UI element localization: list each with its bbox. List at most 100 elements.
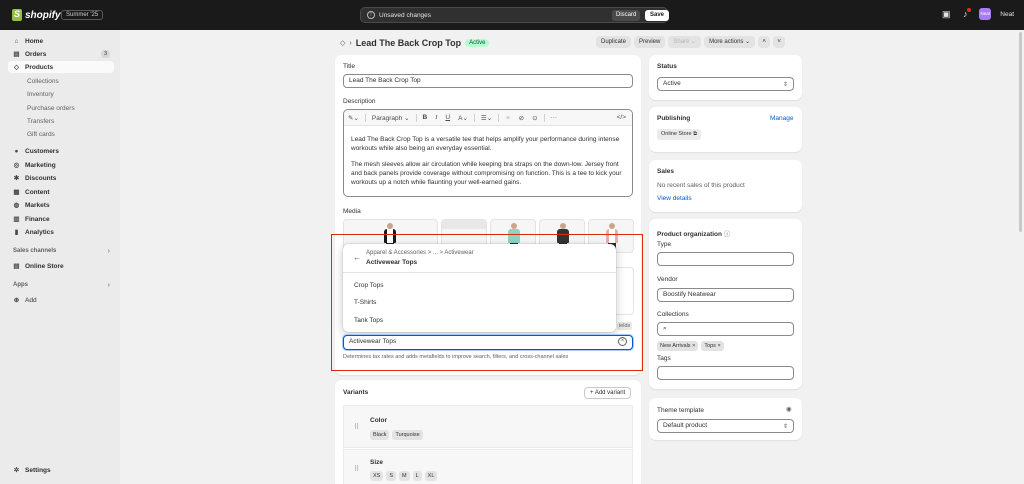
eye-icon[interactable]: ◉ xyxy=(786,405,792,413)
online-store-chip[interactable]: Online Store ⧉ xyxy=(657,129,702,140)
search-icon: ⌕ xyxy=(663,325,667,332)
tag-icon[interactable]: ◇ xyxy=(340,39,345,47)
ai-magic-icon[interactable]: ✎⌄ xyxy=(344,114,363,122)
variant-option-size[interactable]: ⠿ Size XS S M L XL xyxy=(343,449,633,484)
avatar[interactable]: Neat xyxy=(979,8,992,20)
paragraph-select[interactable]: Paragraph ⌄ xyxy=(368,114,414,122)
store-icon[interactable]: ▣ xyxy=(941,9,951,19)
more-actions-button[interactable]: More actions ⌄ xyxy=(704,36,756,48)
collections-search-input[interactable]: ⌕ xyxy=(657,322,794,336)
italic-icon[interactable]: I xyxy=(431,114,441,121)
toolbar-divider xyxy=(498,113,500,122)
status-select[interactable]: Active ⇕ xyxy=(657,77,794,91)
product-organization-label: Product organization xyxy=(657,231,722,238)
shopify-logo[interactable]: shopify xyxy=(12,9,61,21)
shopify-bag-icon xyxy=(12,9,22,21)
info-icon[interactable]: ⓘ xyxy=(724,231,731,238)
sidebar-item-orders[interactable]: ▤ Orders 3 xyxy=(8,48,114,60)
theme-template-select[interactable]: Default product ⇕ xyxy=(657,419,794,433)
vendor-input[interactable]: Boostify Neatwear xyxy=(657,288,794,302)
sidebar-item-customers[interactable]: ● Customers xyxy=(8,145,114,157)
store-name[interactable]: Neat xyxy=(1000,11,1014,18)
toolbar-divider xyxy=(364,113,366,122)
sidebar-item-inventory[interactable]: Inventory xyxy=(8,88,114,100)
video-icon[interactable]: ⊙ xyxy=(528,114,541,122)
description-editor[interactable]: ✎⌄ Paragraph ⌄ B I U A⌄ ☰⌄ ⚭ ⊘ ⊙ ··· </>… xyxy=(343,109,633,197)
share-label: Share xyxy=(673,39,690,45)
sidebar-item-settings[interactable]: ✲ Settings xyxy=(8,464,114,476)
chevron-right-icon[interactable]: › xyxy=(108,282,110,289)
sidebar-item-discounts[interactable]: ✱ Discounts xyxy=(8,172,114,184)
sidebar-item-add-app[interactable]: ⊕ Add xyxy=(8,294,114,306)
chevron-right-icon[interactable]: › xyxy=(108,248,110,255)
breadcrumb-chevron-icon: › xyxy=(349,39,352,47)
variants-heading: Variants xyxy=(343,389,369,396)
link-icon[interactable]: ⚭ xyxy=(501,114,514,122)
type-input[interactable] xyxy=(657,252,794,266)
view-details-link[interactable]: View details xyxy=(657,195,692,202)
online-store-icon: ▤ xyxy=(13,263,20,270)
sidebar-item-label: Add xyxy=(25,296,37,304)
sidebar-item-purchase-orders[interactable]: Purchase orders xyxy=(8,102,114,114)
page-scrollbar[interactable] xyxy=(1019,32,1022,232)
drag-handle-icon[interactable]: ⠿ xyxy=(354,423,359,431)
page-title: Lead The Back Crop Top xyxy=(355,38,462,48)
sidebar-item-finance[interactable]: ▥ Finance xyxy=(8,213,114,225)
sidebar-item-gift-cards[interactable]: Gift cards xyxy=(8,128,114,140)
manage-link[interactable]: Manage xyxy=(770,115,794,122)
text-color-icon[interactable]: A⌄ xyxy=(454,114,472,122)
drag-handle-icon[interactable]: ⠿ xyxy=(354,465,359,473)
sidebar-item-analytics[interactable]: ▮ Analytics xyxy=(8,226,114,238)
code-icon[interactable]: </> xyxy=(613,114,632,121)
sidebar-item-content[interactable]: ▦ Content xyxy=(8,186,114,198)
align-icon[interactable]: ☰⌄ xyxy=(477,114,496,122)
bold-icon[interactable]: B xyxy=(419,114,432,121)
discard-button[interactable]: Discard xyxy=(612,10,641,21)
sidebar-item-products[interactable]: ◇ Products xyxy=(8,61,114,73)
toolbar-divider xyxy=(473,113,475,122)
add-variant-button[interactable]: + Add variant xyxy=(584,387,632,399)
publishing-heading: Publishing xyxy=(657,115,691,122)
sales-heading: Sales xyxy=(657,168,674,175)
collection-chip[interactable]: Tops × xyxy=(701,341,724,351)
orders-icon: ▤ xyxy=(13,51,20,58)
previous-product-button[interactable]: ˄ xyxy=(758,36,771,48)
variant-option-color[interactable]: ⠿ Color Black Turquoise xyxy=(343,405,633,448)
preview-button[interactable]: Preview xyxy=(634,36,666,48)
variant-value-chip: Black xyxy=(370,430,390,440)
theme-template-heading: Theme template xyxy=(657,407,704,414)
sidebar-item-label: Discounts xyxy=(25,174,57,182)
bell-icon[interactable]: ♪ xyxy=(960,8,972,19)
chevron-down-icon: ⌄ xyxy=(691,39,697,45)
duplicate-button[interactable]: Duplicate xyxy=(596,36,632,48)
share-button[interactable]: Share ⌄ xyxy=(668,36,702,48)
description-paragraph: Lead The Back Crop Top is a versatile te… xyxy=(351,136,620,152)
close-icon[interactable]: × xyxy=(692,343,695,349)
theme-template-value: Default product xyxy=(663,422,708,429)
sidebar-item-marketing[interactable]: ◎ Marketing xyxy=(8,159,114,171)
chevron-down-icon: ˅ xyxy=(777,39,781,45)
top-right-controls: ▣ ♪ Neat Neat xyxy=(941,8,1014,20)
tags-input[interactable] xyxy=(657,366,794,380)
title-input[interactable]: Lead The Back Crop Top xyxy=(343,74,633,88)
sidebar: ⌂ Home ▤ Orders 3 ◇ Products Collections Inv… xyxy=(0,30,120,484)
apps-heading: Apps xyxy=(13,282,28,288)
sidebar-item-markets[interactable]: ◍ Markets xyxy=(8,199,114,211)
collection-chip[interactable]: New Arrivals × xyxy=(657,341,699,351)
next-product-button[interactable]: ˅ xyxy=(773,36,786,48)
description-text[interactable]: Lead The Back Crop Top is a versatile te… xyxy=(351,135,627,194)
image-icon[interactable]: ⊘ xyxy=(515,114,528,122)
underline-icon[interactable]: U xyxy=(441,114,454,121)
save-button[interactable]: Save xyxy=(645,10,670,21)
variant-value-chip: S xyxy=(386,471,397,481)
media-label: Media xyxy=(343,208,361,215)
close-icon[interactable]: × xyxy=(717,343,720,349)
more-icon[interactable]: ··· xyxy=(547,114,562,121)
collection-chip-label: Tops xyxy=(704,343,716,349)
sidebar-item-home[interactable]: ⌂ Home xyxy=(8,35,114,47)
page-header: ◇ › Lead The Back Crop Top Active xyxy=(340,36,490,50)
sidebar-item-online-store[interactable]: ▤ Online Store xyxy=(8,260,114,272)
sidebar-item-collections[interactable]: Collections xyxy=(8,75,114,87)
sidebar-item-transfers[interactable]: Transfers xyxy=(8,115,114,127)
sales-text: No recent sales of this product xyxy=(657,182,745,189)
